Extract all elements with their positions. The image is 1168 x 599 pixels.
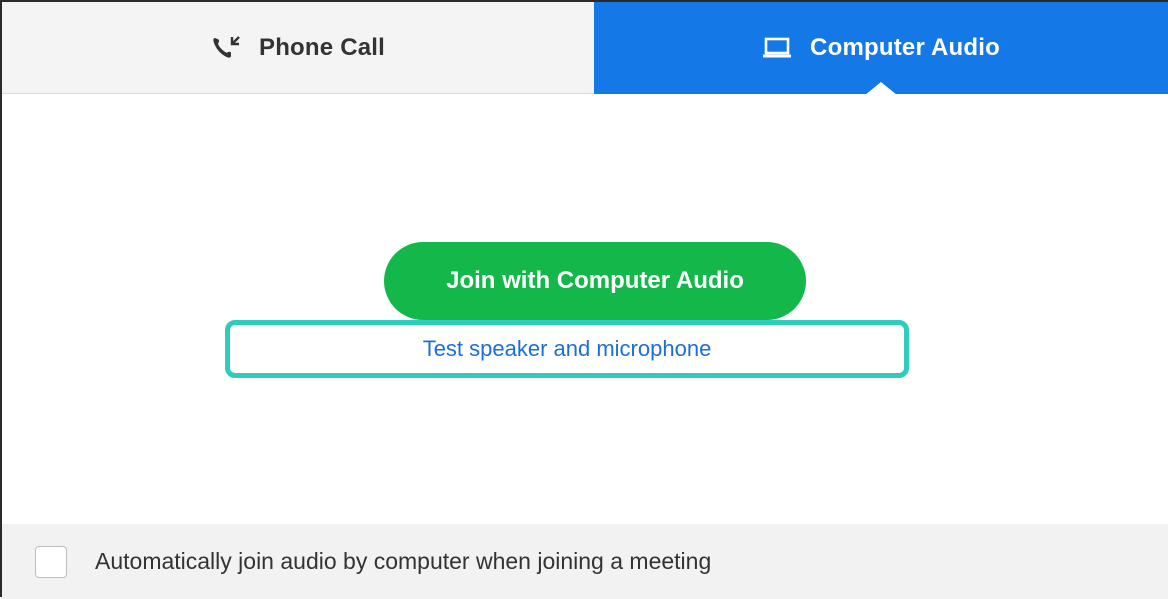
audio-dialog: Phone Call Computer Audio Join with Comp… <box>0 0 1168 599</box>
auto-join-label[interactable]: Automatically join audio by computer whe… <box>95 548 711 575</box>
join-computer-audio-button[interactable]: Join with Computer Audio <box>384 242 806 320</box>
phone-call-icon <box>211 35 241 61</box>
tab-phone-call-label: Phone Call <box>258 33 386 61</box>
tab-computer-audio[interactable]: Computer Audio <box>594 2 1168 95</box>
tab-phone-call[interactable]: Phone Call <box>2 2 594 94</box>
tab-computer-audio-label: Computer Audio <box>810 34 1000 61</box>
audio-tab-bar: Phone Call Computer Audio <box>2 2 1168 95</box>
auto-join-checkbox[interactable] <box>35 545 67 578</box>
test-link-highlight: Test speaker and microphone <box>225 320 909 378</box>
laptop-icon <box>762 37 792 59</box>
test-speaker-microphone-link[interactable]: Test speaker and microphone <box>423 336 712 362</box>
computer-audio-panel: Join with Computer Audio Test speaker an… <box>2 94 1168 524</box>
auto-join-footer: Automatically join audio by computer whe… <box>2 524 1168 599</box>
